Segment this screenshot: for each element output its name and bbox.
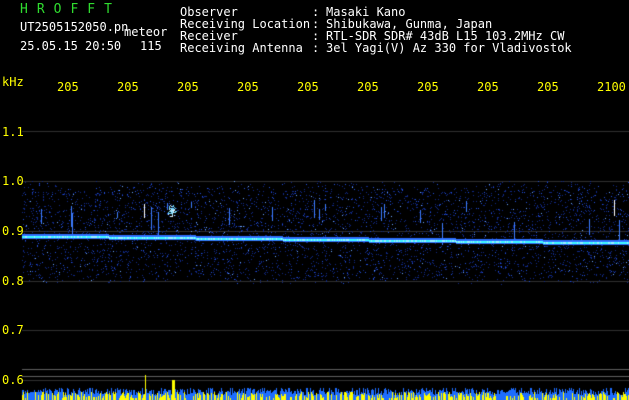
x-tick-label: 205: [237, 80, 259, 94]
antenna-label: Receiving Antenna: [180, 41, 303, 55]
filename-label: UT2505152050.pn: [20, 20, 129, 34]
x-tick-label: 2100: [597, 80, 626, 94]
y-axis-unit: kHz: [2, 75, 24, 89]
antenna-sep: :: [312, 41, 320, 55]
x-tick-label: 205: [477, 80, 499, 94]
y-tick-label: 0.9: [2, 224, 24, 238]
y-tick-label: 0.6: [2, 373, 24, 387]
x-tick-label: 205: [357, 80, 379, 94]
antenna-value: 3el Yagi(V) Az 330 for Vladivostok: [326, 41, 572, 55]
meteor-label: meteor: [124, 25, 168, 39]
y-tick-label: 0.8: [2, 274, 24, 288]
datetime-label: 25.05.15 20:50: [20, 39, 122, 53]
y-tick-label: 1.1: [2, 125, 24, 139]
x-tick-label: 205: [57, 80, 79, 94]
x-tick-label: 205: [117, 80, 139, 94]
x-tick-label: 205: [537, 80, 559, 94]
spectrogram-area: [0, 0, 629, 400]
y-tick-label: 0.7: [2, 323, 24, 337]
y-tick-label: 1.0: [2, 174, 24, 188]
x-tick-label: 205: [177, 80, 199, 94]
x-tick-label: 205: [297, 80, 319, 94]
x-tick-label: 205: [417, 80, 439, 94]
spectrogram-canvas: [0, 0, 629, 400]
logo: HROFFT: [20, 2, 121, 17]
meteor-count: 115: [140, 39, 162, 53]
